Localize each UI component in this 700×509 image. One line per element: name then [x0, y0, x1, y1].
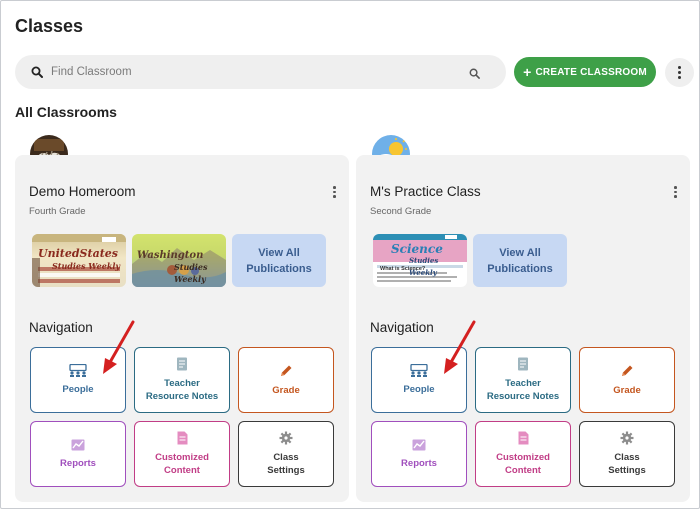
class-grade: Second Grade — [370, 206, 432, 217]
chart-trend-icon — [71, 439, 85, 451]
people-label: People — [62, 384, 94, 395]
class-settings-tile[interactable]: Class Settings — [238, 421, 334, 487]
red-arrow-annotation — [444, 320, 476, 374]
reports-tile[interactable]: Reports — [30, 421, 126, 487]
customized-content-label: Customized Content — [496, 452, 550, 476]
class-card-practice-class[interactable]: M's Practice Class Second Grade Science … — [356, 155, 690, 502]
search-bar[interactable] — [15, 55, 506, 89]
teacher-resource-notes-label: Teacher Resource Notes — [145, 378, 219, 402]
plus-icon: + — [523, 63, 532, 80]
more-options-button[interactable] — [665, 58, 694, 87]
red-arrow-annotation — [103, 320, 135, 374]
class-name[interactable]: Demo Homeroom — [29, 184, 136, 199]
grade-tile[interactable]: Grade — [579, 347, 675, 413]
publication-title: UnitedStates — [38, 247, 118, 260]
navigation-heading: Navigation — [370, 320, 434, 335]
search-submit-icon[interactable] — [469, 66, 480, 84]
notes-icon — [176, 357, 188, 371]
card-menu-icon[interactable] — [333, 186, 336, 198]
page-title: Classes — [15, 16, 84, 36]
grade-label: Grade — [272, 384, 300, 396]
view-all-publications-button[interactable]: View All Publications — [232, 234, 326, 287]
class-name[interactable]: M's Practice Class — [370, 184, 481, 199]
reports-tile[interactable]: Reports — [371, 421, 467, 487]
pencil-icon — [279, 364, 293, 378]
publication-thumbnail[interactable]: UnitedStates Studies Weekly — [32, 234, 126, 287]
teacher-resource-notes-tile[interactable]: Teacher Resource Notes — [475, 347, 571, 413]
pencil-icon — [620, 364, 634, 378]
people-icon — [409, 364, 429, 377]
customized-content-tile[interactable]: Customized Content — [134, 421, 230, 487]
reports-label: Reports — [60, 457, 96, 469]
class-card-demo-homeroom[interactable]: Demo Homeroom Fourth Grade UnitedStates … — [15, 155, 349, 502]
class-settings-tile[interactable]: Class Settings — [579, 421, 675, 487]
class-settings-label: Class Settings — [608, 452, 646, 476]
view-all-publications-button[interactable]: View All Publications — [473, 234, 567, 287]
people-label: People — [403, 384, 435, 395]
teacher-resource-notes-label: Teacher Resource Notes — [486, 378, 560, 402]
class-grade: Fourth Grade — [29, 206, 86, 217]
search-input[interactable] — [51, 55, 471, 89]
grade-tile[interactable]: Grade — [238, 347, 334, 413]
customized-content-label: Customized Content — [155, 452, 209, 476]
publication-heading: What is Science? — [380, 266, 426, 272]
publication-thumbnail[interactable]: Science Studies Weekly What is Science? — [373, 234, 467, 287]
document-icon — [177, 431, 188, 445]
create-classroom-label: CREATE CLASSROOM — [535, 66, 647, 78]
class-settings-label: Class Settings — [267, 452, 305, 476]
search-icon — [31, 65, 43, 83]
publication-subtitle: Studies Weekly — [52, 261, 121, 271]
reports-label: Reports — [401, 457, 437, 469]
gear-icon — [279, 431, 293, 445]
teacher-resource-notes-tile[interactable]: Teacher Resource Notes — [134, 347, 230, 413]
notes-icon — [517, 357, 529, 371]
card-menu-icon[interactable] — [674, 186, 677, 198]
customized-content-tile[interactable]: Customized Content — [475, 421, 571, 487]
navigation-heading: Navigation — [29, 320, 93, 335]
gear-icon — [620, 431, 634, 445]
publication-title: Science — [391, 242, 443, 256]
grade-label: Grade — [613, 384, 641, 396]
people-icon — [68, 364, 88, 377]
create-classroom-button[interactable]: + CREATE CLASSROOM — [514, 57, 656, 87]
section-title: All Classrooms — [15, 104, 117, 120]
document-icon — [518, 431, 529, 445]
vertical-dots-icon — [678, 66, 681, 69]
publication-subtitle: Studies Weekly — [174, 262, 208, 284]
chart-trend-icon — [412, 439, 426, 451]
publication-thumbnail[interactable]: Washington Studies Weekly — [132, 234, 226, 287]
